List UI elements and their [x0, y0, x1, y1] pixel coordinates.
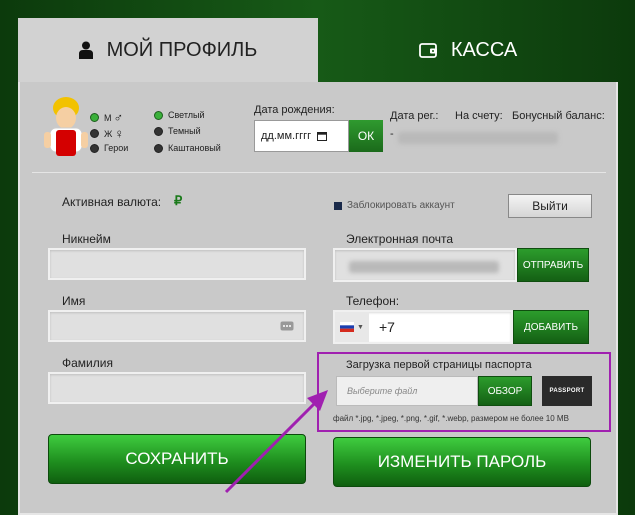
- autofill-icon[interactable]: [280, 321, 294, 331]
- avatar[interactable]: [44, 96, 88, 158]
- phone-label: Телефон:: [346, 294, 400, 308]
- radio-selected-icon: [90, 113, 99, 122]
- radio-icon: [90, 143, 99, 153]
- nickname-input[interactable]: [48, 248, 306, 280]
- gender-option-female[interactable]: Ж ♀: [90, 126, 124, 141]
- change-password-button[interactable]: ИЗМЕНИТЬ ПАРОЛЬ: [333, 437, 591, 487]
- russia-flag-icon: [340, 322, 355, 332]
- tab-kassa[interactable]: КАССА: [318, 18, 618, 82]
- female-icon: ♀: [114, 126, 125, 141]
- calendar-icon[interactable]: [317, 131, 328, 141]
- tab-my-profile-label: МОЙ ПРОФИЛЬ: [106, 38, 258, 61]
- profile-content: М ♂ Ж ♀ Герои Светлый Темный Каштановый …: [18, 82, 618, 515]
- bonus-balance-label: Бонусный баланс:: [512, 110, 605, 122]
- phone-input[interactable]: ▼ +7: [333, 310, 513, 344]
- passport-browse-button[interactable]: ОБЗОР: [478, 376, 532, 406]
- theme-option-chestnut[interactable]: Каштановый: [154, 143, 221, 153]
- theme-option-dark[interactable]: Темный: [154, 126, 201, 136]
- passport-file-input[interactable]: Выберите файл: [336, 376, 478, 406]
- chevron-down-icon: ▼: [357, 323, 364, 331]
- email-send-button[interactable]: ОТПРАВИТЬ: [517, 248, 589, 282]
- blurred-account-values: [398, 132, 558, 144]
- country-select[interactable]: ▼: [335, 312, 369, 342]
- birthdate-input[interactable]: дд.мм.гггг: [254, 120, 349, 152]
- save-button[interactable]: СОХРАНИТЬ: [48, 434, 306, 484]
- radio-icon: [154, 143, 163, 153]
- block-account-checkbox[interactable]: Заблокировать аккаунт: [334, 200, 455, 211]
- radio-icon: [154, 126, 163, 136]
- birthdate-ok-button[interactable]: ОК: [349, 120, 383, 152]
- tab-my-profile[interactable]: МОЙ ПРОФИЛЬ: [18, 18, 318, 82]
- passport-upload-label: Загрузка первой страницы паспорта: [346, 359, 532, 371]
- logout-button[interactable]: Выйти: [508, 194, 592, 218]
- birthdate-label: Дата рождения:: [254, 104, 335, 116]
- gender-option-male[interactable]: М ♂: [90, 110, 123, 125]
- name-input[interactable]: [48, 310, 306, 342]
- radio-icon: [90, 129, 99, 138]
- passport-icon: PASSPORT: [542, 376, 592, 406]
- reg-date-value: -: [390, 128, 394, 140]
- balance-label: На счету:: [455, 110, 503, 122]
- email-label: Электронная почта: [346, 232, 454, 246]
- checkbox-icon: [334, 201, 342, 210]
- profile-header-block: М ♂ Ж ♀ Герои Светлый Темный Каштановый …: [32, 82, 606, 172]
- wallet-icon: [418, 43, 437, 58]
- tab-kassa-label: КАССА: [450, 38, 518, 61]
- divider: [32, 172, 606, 173]
- male-icon: ♂: [113, 110, 124, 125]
- active-currency-label: Активная валюта:: [62, 195, 162, 209]
- phone-prefix: +7: [379, 319, 395, 335]
- nickname-label: Никнейм: [62, 232, 111, 246]
- currency-symbol: ₽: [174, 193, 183, 208]
- radio-selected-icon: [154, 110, 163, 120]
- name-label: Имя: [62, 294, 86, 308]
- reg-date-label: Дата рег.:: [390, 110, 439, 122]
- surname-label: Фамилия: [62, 356, 113, 370]
- phone-add-button[interactable]: ДОБАВИТЬ: [513, 310, 589, 344]
- blurred-email: [349, 261, 499, 273]
- user-icon: [78, 41, 93, 59]
- email-input[interactable]: [333, 248, 517, 282]
- profile-panel: МОЙ ПРОФИЛЬ КАССА М ♂ Ж ♀ Герои Светлый …: [18, 0, 618, 515]
- theme-option-light[interactable]: Светлый: [154, 110, 205, 120]
- passport-file-hint: файл *.jpg, *.jpeg, *.png, *.gif, *.webp…: [333, 414, 569, 423]
- passport-upload-section: Загрузка первой страницы паспорта Выбери…: [317, 352, 611, 432]
- surname-input[interactable]: [48, 372, 306, 404]
- gender-option-heroes[interactable]: Герои: [90, 143, 128, 153]
